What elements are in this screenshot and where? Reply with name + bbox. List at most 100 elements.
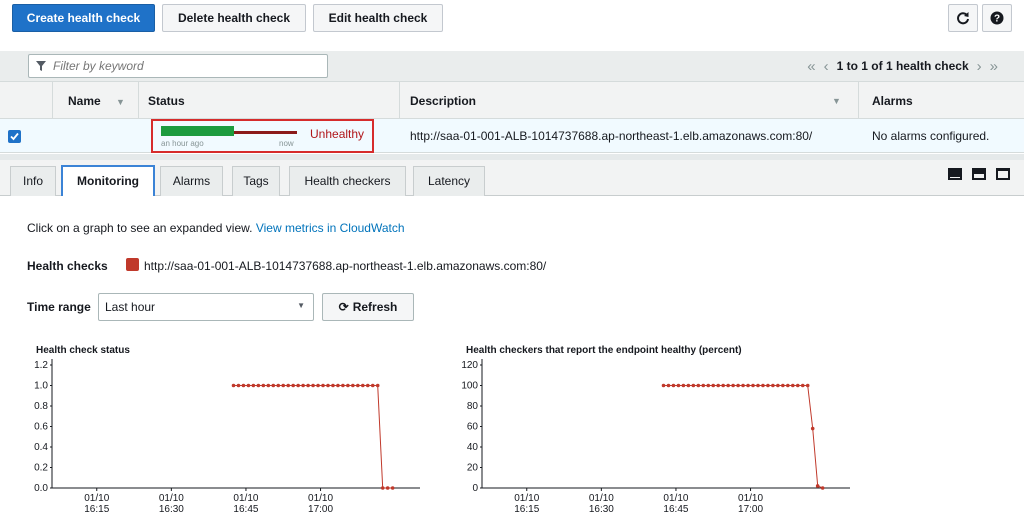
y-tick-label: 40 xyxy=(467,442,479,453)
row-description: http://saa-01-001-ALB-1014737688.ap-nort… xyxy=(410,129,813,143)
data-point xyxy=(321,383,325,388)
column-header-description[interactable]: Description xyxy=(410,82,476,120)
data-point xyxy=(815,484,820,488)
time-range-select[interactable]: Last hour ▼ xyxy=(98,293,314,321)
data-point xyxy=(671,383,676,388)
prev-page-icon[interactable]: ‹ xyxy=(824,58,829,75)
y-tick-label: 20 xyxy=(467,463,479,474)
help-icon: ? xyxy=(990,11,1004,25)
x-tick-time: 16:30 xyxy=(159,504,184,515)
table-header: Name ▼ Status Description ▼ Alarms xyxy=(0,81,1024,120)
status-text: Unhealthy xyxy=(310,127,365,141)
data-point xyxy=(236,383,241,388)
data-point xyxy=(766,383,770,388)
tab-info[interactable]: Info xyxy=(10,166,56,196)
x-tick-time: 16:45 xyxy=(233,504,258,515)
filter-box[interactable] xyxy=(28,54,328,78)
data-point xyxy=(706,383,711,388)
refresh-table-button[interactable] xyxy=(948,4,978,32)
data-point xyxy=(261,383,266,388)
x-tick-date: 01/10 xyxy=(308,493,333,504)
y-tick-label: 100 xyxy=(461,381,478,392)
time-range-label: Time range xyxy=(27,300,91,314)
data-point xyxy=(686,383,691,388)
y-tick-label: 0.4 xyxy=(34,442,48,453)
edit-health-check-button[interactable]: Edit health check xyxy=(313,4,443,32)
column-header-status[interactable]: Status xyxy=(148,82,185,120)
help-button[interactable]: ? xyxy=(982,4,1012,32)
refresh-icon xyxy=(957,12,969,25)
data-point xyxy=(246,383,251,388)
tab-latency[interactable]: Latency xyxy=(413,166,485,196)
health-check-status-chart[interactable]: Health check status 0.0 0.2 0.4 0.6 0.8 1.0 1.2… xyxy=(20,337,440,532)
panel-maximize-icon[interactable] xyxy=(996,168,1010,180)
data-point xyxy=(731,383,735,388)
refresh-icon: ⟳ xyxy=(338,300,349,314)
data-point xyxy=(375,383,380,388)
next-page-icon[interactable]: › xyxy=(977,58,982,75)
data-point xyxy=(681,383,686,388)
data-point xyxy=(370,383,375,388)
column-header-alarms[interactable]: Alarms xyxy=(872,82,913,120)
y-tick-label: 0.8 xyxy=(34,401,48,412)
row-checkbox[interactable] xyxy=(8,130,21,143)
first-page-icon[interactable]: « xyxy=(807,58,815,75)
x-tick-date: 01/10 xyxy=(233,493,258,504)
tab-tags[interactable]: Tags xyxy=(232,166,280,196)
data-point xyxy=(721,383,725,388)
y-tick-label: 120 xyxy=(461,360,478,371)
y-tick-label: 0.2 xyxy=(34,463,48,474)
x-tick-time: 17:00 xyxy=(738,504,763,515)
detail-tabs: Info Monitoring Alarms Tags Health check… xyxy=(0,160,1024,196)
y-tick-label: 60 xyxy=(467,422,479,433)
column-header-name[interactable]: Name ▼ xyxy=(68,82,125,120)
data-point xyxy=(741,383,745,388)
x-tick-date: 01/10 xyxy=(589,493,614,504)
data-point xyxy=(361,383,365,388)
data-point xyxy=(281,383,286,388)
health-checkers-percent-chart[interactable]: Health checkers that report the endpoint… xyxy=(450,337,870,532)
data-point xyxy=(711,383,716,388)
pagination-text: 1 to 1 of 1 health check xyxy=(836,59,969,73)
panel-minimize-icon[interactable] xyxy=(948,168,962,180)
data-point xyxy=(341,383,345,388)
series-line xyxy=(663,385,823,489)
data-point xyxy=(761,383,765,388)
filter-bar: « ‹ 1 to 1 of 1 health check › » xyxy=(0,51,1024,81)
tab-monitoring[interactable]: Monitoring xyxy=(61,165,155,196)
row-alarms: No alarms configured. xyxy=(872,129,990,143)
data-point xyxy=(380,486,385,490)
data-point xyxy=(776,383,780,388)
series-color-swatch xyxy=(126,258,139,271)
status-bar-end-label: now xyxy=(279,139,294,148)
delete-health-check-button[interactable]: Delete health check xyxy=(162,4,306,32)
filter-input[interactable] xyxy=(51,57,321,75)
health-check-url: http://saa-01-001-ALB-1014737688.ap-nort… xyxy=(144,259,547,273)
data-point xyxy=(296,383,300,388)
tab-health-checkers[interactable]: Health checkers xyxy=(289,166,406,196)
refresh-button[interactable]: ⟳ Refresh xyxy=(322,293,414,321)
view-cloudwatch-link[interactable]: View metrics in CloudWatch xyxy=(256,221,405,235)
tab-alarms[interactable]: Alarms xyxy=(160,166,223,196)
x-tick-time: 16:15 xyxy=(514,504,539,515)
data-point xyxy=(351,383,355,388)
y-tick-label: 1.0 xyxy=(34,381,48,392)
data-point xyxy=(751,383,755,388)
data-point xyxy=(726,383,730,388)
data-point xyxy=(820,486,825,490)
y-tick-label: 80 xyxy=(467,401,479,412)
data-point xyxy=(756,383,760,388)
data-point xyxy=(301,383,305,388)
x-tick-date: 01/10 xyxy=(514,493,539,504)
table-row[interactable]: an hour ago now Unhealthy http://saa-01-… xyxy=(0,119,1024,153)
status-highlight-box: an hour ago now Unhealthy xyxy=(151,119,374,153)
last-page-icon[interactable]: » xyxy=(990,58,998,75)
panel-split-icon[interactable] xyxy=(972,168,986,180)
data-point xyxy=(810,426,815,431)
data-point xyxy=(771,383,775,388)
create-health-check-button[interactable]: Create health check xyxy=(12,4,155,32)
data-point xyxy=(800,383,805,388)
data-point xyxy=(276,383,281,388)
data-point xyxy=(326,383,330,388)
data-point xyxy=(736,383,740,388)
